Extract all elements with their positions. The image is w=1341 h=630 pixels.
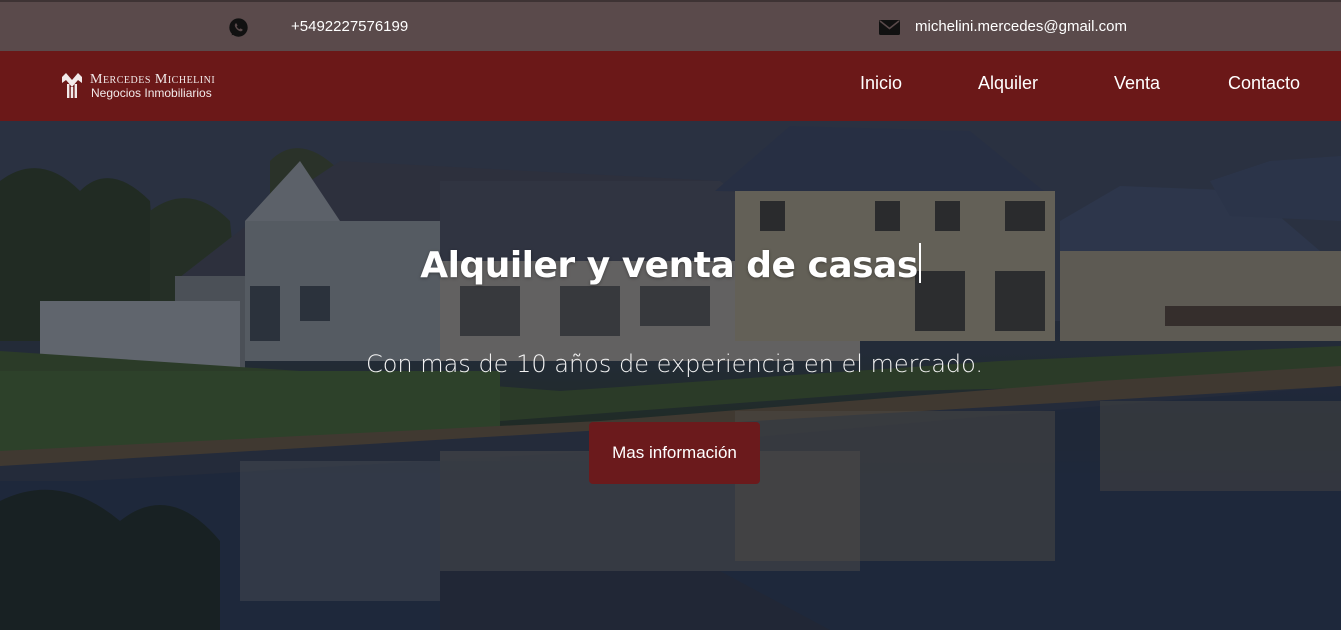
hero-title-text: Alquiler y venta de casas — [420, 245, 918, 286]
nav-item-venta[interactable]: Venta — [1114, 73, 1160, 94]
text-cursor — [918, 243, 921, 283]
envelope-icon[interactable] — [879, 20, 900, 35]
nav-item-alquiler[interactable]: Alquiler — [978, 73, 1038, 94]
hero-subtitle: Con mas de 10 años de experiencia en el … — [365, 350, 984, 378]
phone-number[interactable]: +5492227576199 — [291, 18, 408, 35]
nav-item-contacto[interactable]: Contacto — [1228, 73, 1300, 94]
hero-section: Alquiler y venta de casas Con mas de 10 … — [0, 121, 1341, 630]
nav-item-inicio[interactable]: Inicio — [860, 73, 902, 94]
contact-bar: +5492227576199 michelini.mercedes@gmail.… — [0, 0, 1341, 51]
logo-mark-icon — [62, 73, 82, 98]
whatsapp-icon[interactable] — [228, 17, 249, 38]
main-navbar: Mercedes Michelini Negocios Inmobiliario… — [0, 51, 1341, 121]
hero-title: Alquiler y venta de casas — [0, 243, 1341, 286]
email-address[interactable]: michelini.mercedes@gmail.com — [915, 18, 1127, 35]
more-info-button[interactable]: Mas información — [589, 422, 760, 484]
brand-tagline: Negocios Inmobiliarios — [91, 86, 212, 100]
